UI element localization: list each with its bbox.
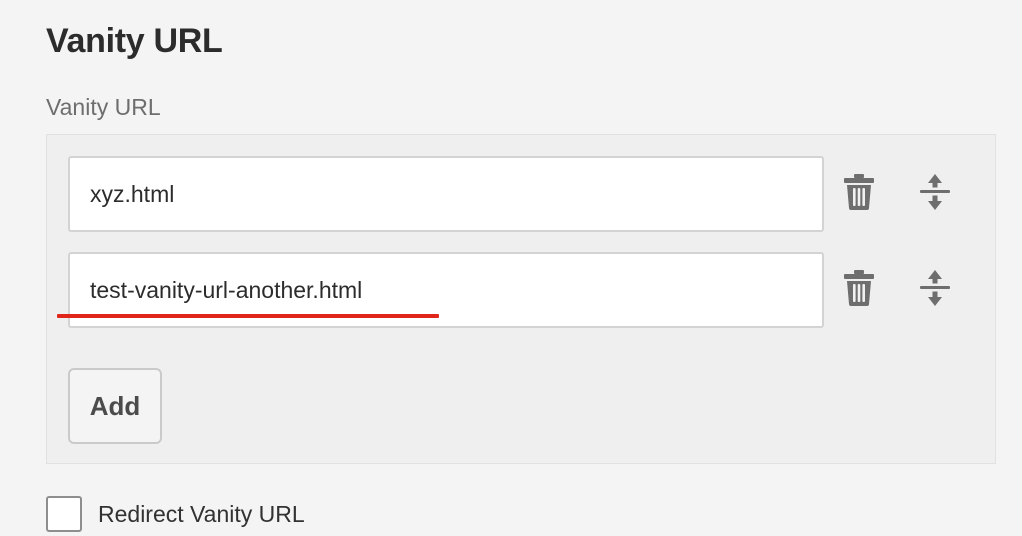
delete-item-button[interactable]	[840, 269, 878, 311]
vanity-url-input[interactable]	[68, 156, 824, 232]
move-vertical-icon	[919, 173, 951, 215]
vanity-url-field-label: Vanity URL	[46, 94, 161, 120]
annotation-underline	[57, 314, 439, 318]
trash-icon	[843, 173, 875, 215]
redirect-vanity-url-label[interactable]: Redirect Vanity URL	[98, 500, 305, 528]
delete-item-button[interactable]	[840, 173, 878, 215]
section-title: Vanity URL	[46, 22, 223, 60]
redirect-vanity-url-checkbox[interactable]	[46, 496, 82, 532]
trash-icon	[843, 269, 875, 311]
reorder-handle[interactable]	[916, 269, 954, 311]
multifield-item	[68, 156, 968, 232]
move-vertical-icon	[919, 269, 951, 311]
add-item-button[interactable]: Add	[68, 368, 162, 444]
reorder-handle[interactable]	[916, 173, 954, 215]
vanity-url-multifield: Add	[46, 134, 996, 464]
